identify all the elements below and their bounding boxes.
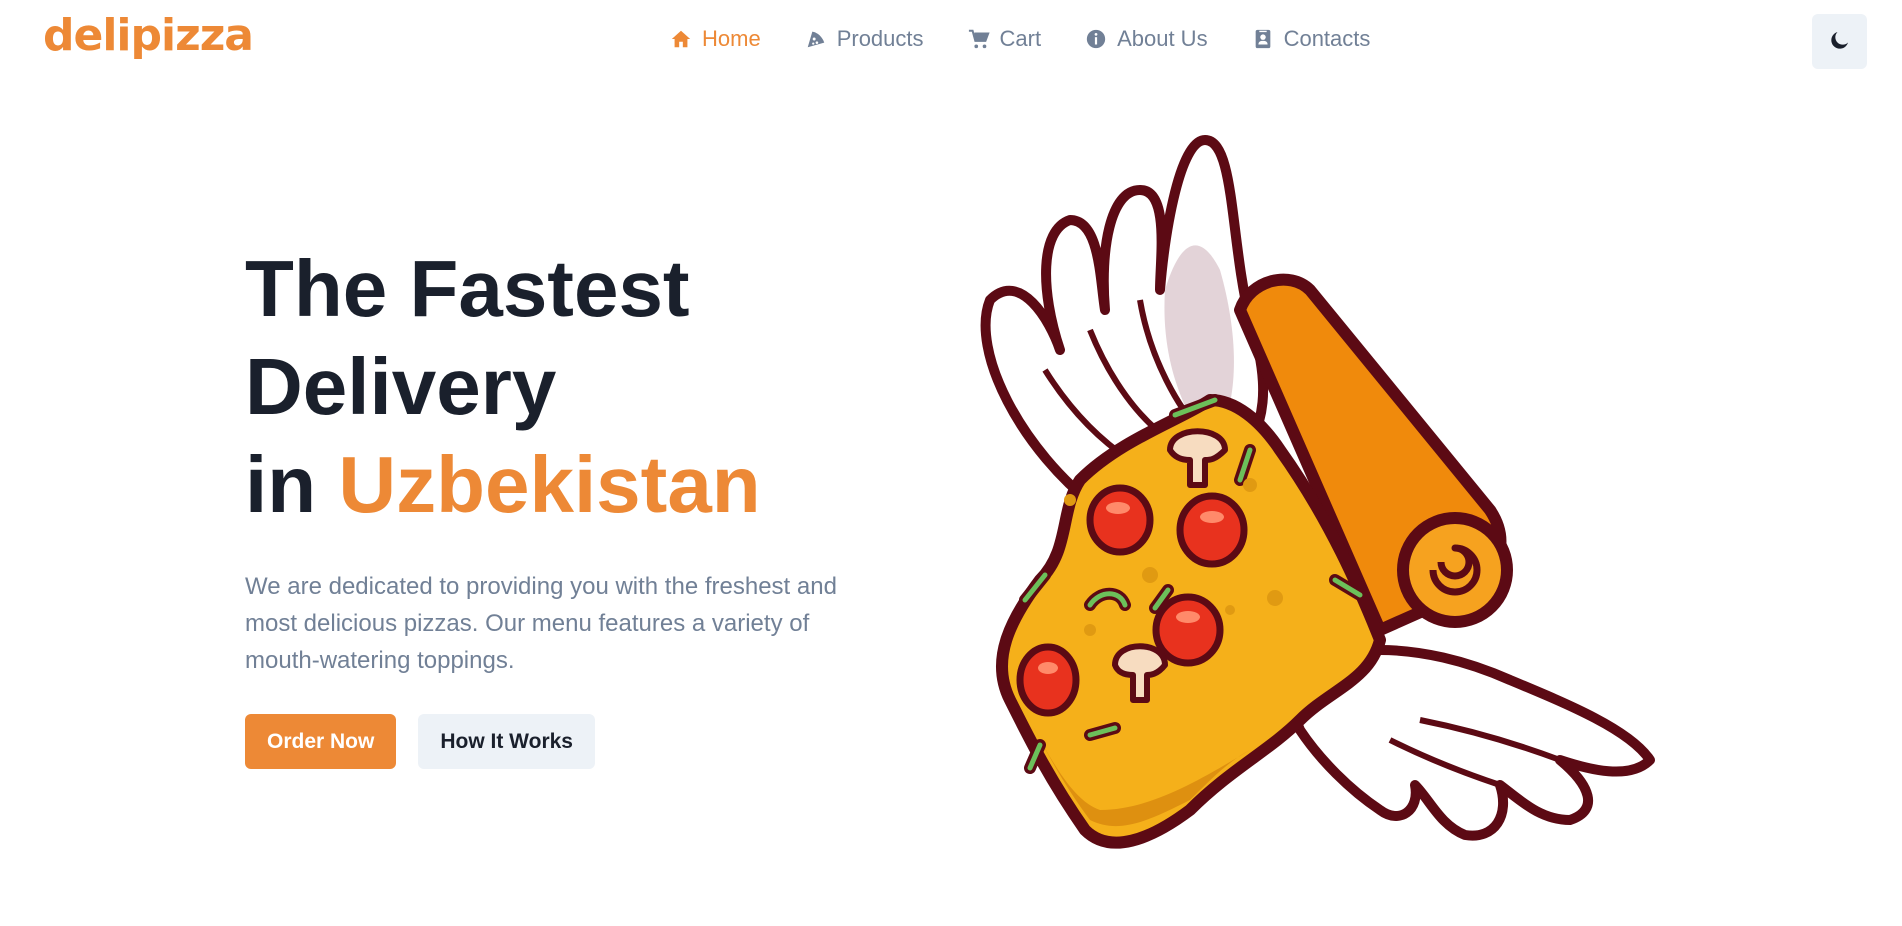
contact-card-icon [1252, 28, 1274, 50]
hero-description: We are dedicated to providing you with t… [245, 573, 837, 674]
theme-toggle-button[interactable] [1812, 14, 1867, 69]
nav-item-cart[interactable]: Cart [968, 26, 1042, 52]
cart-icon [968, 28, 990, 50]
hero-title: The Fastest Delivery in Uzbekistan [245, 240, 761, 534]
hero-title-line3: in Uzbekistan [245, 436, 761, 534]
hero-title-line1: The Fastest [245, 244, 690, 333]
home-icon [670, 28, 692, 50]
brand-logo[interactable]: delipizza [43, 14, 254, 58]
nav-item-label: Products [836, 26, 924, 51]
pizza-slice-icon [805, 28, 827, 50]
info-icon [1085, 28, 1107, 50]
nav-item-label: Cart [999, 26, 1042, 51]
winged-pizza-slice-illustration [980, 135, 1655, 849]
nav-item-products[interactable]: Products [805, 26, 924, 52]
moon-icon [1828, 28, 1852, 55]
how-it-works-button[interactable]: How It Works [418, 714, 595, 769]
hero-title-prefix: in [245, 440, 317, 529]
nav-item-home[interactable]: Home [670, 26, 761, 52]
nav-item-contacts[interactable]: Contacts [1252, 26, 1371, 52]
order-now-button[interactable]: Order Now [245, 714, 397, 769]
landing-page: delipizza Home Products Cart About Us Co… [0, 0, 1902, 926]
hero-actions: Order Now How It Works [245, 714, 595, 769]
nav-item-about[interactable]: About Us [1085, 26, 1208, 52]
hero-title-accent: Uzbekistan [338, 440, 761, 529]
hero-title-line2: Delivery [245, 342, 557, 431]
nav-item-label: About Us [1117, 26, 1208, 51]
nav-item-label: Home [702, 26, 761, 51]
nav-item-label: Contacts [1283, 26, 1371, 51]
main-nav: Home Products Cart About Us Contacts [670, 26, 1370, 52]
